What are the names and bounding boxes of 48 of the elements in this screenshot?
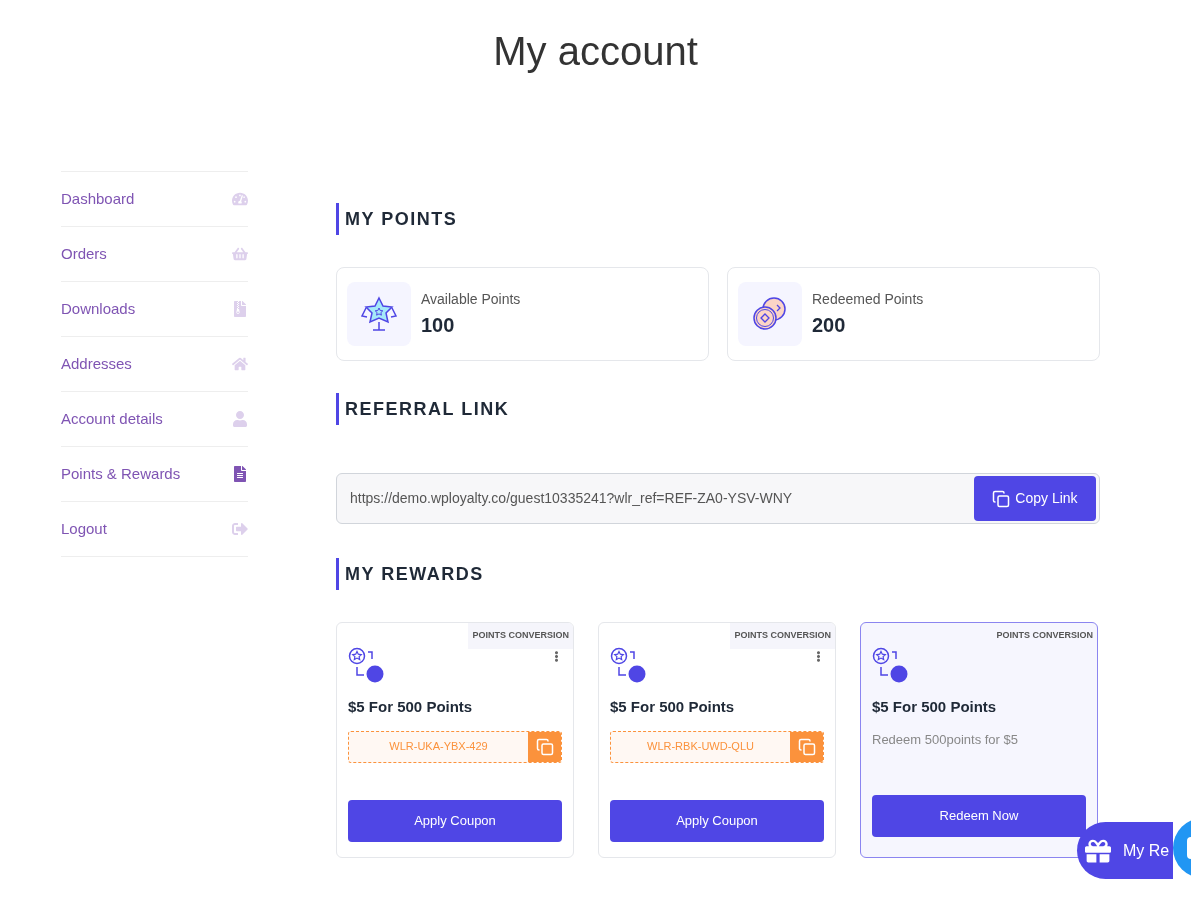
- conversion-icon: [348, 646, 386, 685]
- file-icon: [232, 301, 248, 317]
- gauge-icon: [232, 191, 248, 207]
- house-icon: [232, 356, 248, 372]
- document-icon: [232, 466, 248, 482]
- copy-code-button[interactable]: [528, 731, 561, 762]
- sidebar-item[interactable]: Addresses: [61, 337, 248, 392]
- reward-title: $5 For 500 Points: [348, 697, 473, 715]
- section-heading: MY REWARDS: [345, 563, 485, 586]
- copy-icon: [992, 489, 1011, 508]
- copy-icon: [535, 737, 554, 756]
- basket-icon: [232, 246, 248, 262]
- sidebar-item[interactable]: Logout: [61, 502, 248, 557]
- sidebar-item[interactable]: Downloads: [61, 282, 248, 337]
- user-icon: [232, 411, 248, 427]
- sidebar-item[interactable]: Dashboard: [61, 172, 248, 227]
- section-heading: REFERRAL LINK: [345, 398, 511, 421]
- reward-title: $5 For 500 Points: [872, 697, 997, 715]
- points-value: 100: [421, 312, 456, 338]
- logout-icon: [232, 521, 248, 537]
- points-label: Available Points: [421, 289, 521, 309]
- reward-title: $5 For 500 Points: [610, 697, 735, 715]
- reward-tag: POINTS CONVERSION: [992, 623, 1097, 649]
- conversion-icon: [610, 646, 648, 685]
- coins-icon: [738, 282, 802, 346]
- award-icon: [347, 282, 411, 346]
- sidebar-item[interactable]: Orders: [61, 227, 248, 282]
- copy-link-button[interactable]: Copy Link: [974, 476, 1096, 521]
- reward-tag: POINTS CONVERSION: [468, 623, 573, 649]
- sidebar-item[interactable]: Points & Rewards: [61, 447, 248, 502]
- coupon-code-field: WLR-RBK-UWD-QLU: [610, 730, 824, 763]
- apply-coupon-button[interactable]: Apply Coupon: [610, 800, 824, 842]
- points-label: Redeemed Points: [812, 289, 924, 309]
- redeem-button[interactable]: Redeem Now: [872, 795, 1086, 837]
- conversion-icon: [872, 646, 910, 685]
- points-value: 200: [812, 312, 847, 338]
- reward-description: Redeem 500points for $5: [872, 731, 1018, 747]
- copy-code-button[interactable]: [790, 731, 823, 762]
- section-heading: MY POINTS: [345, 208, 459, 231]
- copy-icon: [797, 737, 816, 756]
- sidebar-item[interactable]: Account details: [61, 392, 248, 447]
- my-rewards-floating-button[interactable]: My Re: [1077, 822, 1173, 879]
- reward-tag: POINTS CONVERSION: [730, 623, 835, 649]
- gift-icon: [1085, 837, 1111, 864]
- coupon-code-field: WLR-UKA-YBX-429: [348, 730, 562, 763]
- apply-coupon-button[interactable]: Apply Coupon: [348, 800, 562, 842]
- referral-link-field[interactable]: https://demo.wployalty.co/guest10335241?wlr_ref=REF-ZA0-YSV-WNY Copy Link: [336, 473, 1100, 524]
- page-title: My account: [493, 28, 698, 75]
